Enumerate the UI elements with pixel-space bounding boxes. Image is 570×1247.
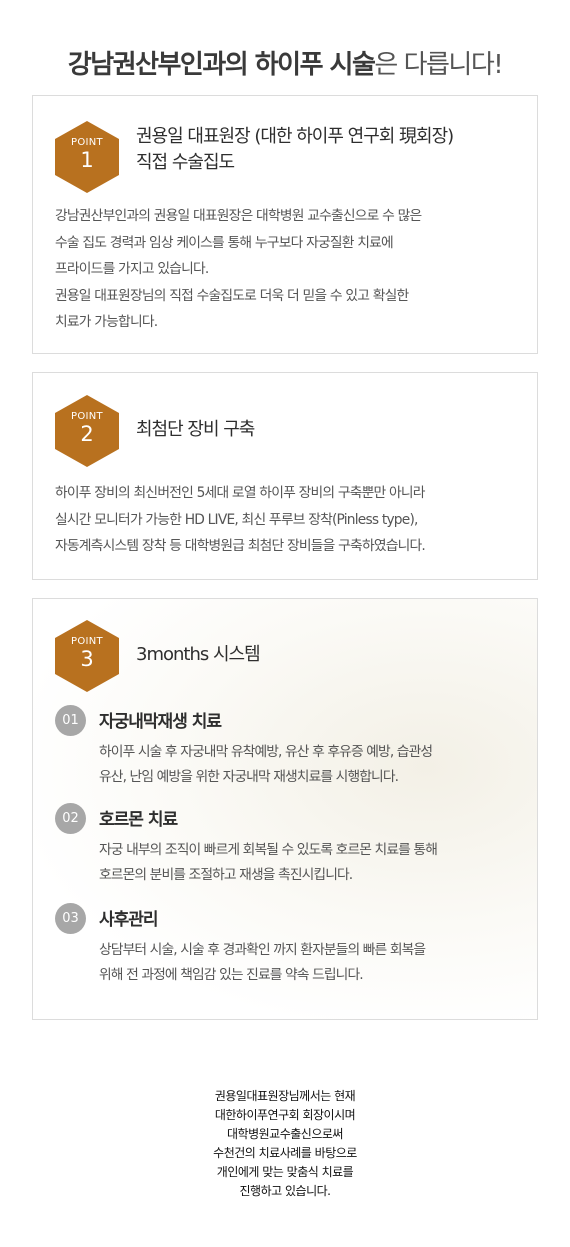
subsection-number-badge: 02 [55, 803, 86, 834]
subsection-body: 자궁 내부의 조직이 빠르게 회복될 수 있도록 호르몬 치료를 통해 호르몬의… [99, 838, 438, 888]
body-line: 유산, 난임 예방을 위한 자궁내막 재생치료를 시행합니다. [99, 769, 399, 785]
headline-light: 은 다릅니다! [374, 50, 503, 80]
body-line: 위해 전 과정에 책임감 있는 진료를 약속 드립니다. [99, 967, 364, 983]
point-2-title: 최첨단 장비 구축 [136, 417, 255, 443]
point-1-badge: POINT 1 [55, 121, 119, 193]
body-line: 강남권산부인과의 권용일 대표원장은 대학병원 교수출신으로 수 많은 [55, 208, 422, 224]
body-line: 자궁 내부의 조직이 빠르게 회복될 수 있도록 호르몬 치료를 통해 [99, 842, 438, 858]
footer-line: 개인에게 맞는 맞춤식 치료를 [216, 1165, 354, 1179]
footer-caption: 권용일대표원장님께서는 현재 대한하이푸연구회 회장이시며 대학병원교수출신으로… [0, 1087, 570, 1201]
point-card-3: POINT 3 3months 시스템 01 자궁내막재생 치료 하이푸 시술 … [32, 598, 538, 1020]
footer-line: 권용일대표원장님께서는 현재 [214, 1089, 356, 1103]
subsection-number-badge: 03 [55, 903, 86, 934]
headline-strong: 강남권산부인과의 하이푸 시술 [67, 50, 376, 80]
point-1-body: 강남권산부인과의 권용일 대표원장은 대학병원 교수출신으로 수 많은 수술 집… [55, 203, 517, 336]
body-line: 호르몬의 분비를 조절하고 재생을 촉진시킵니다. [99, 867, 353, 883]
point-2-body: 하이푸 장비의 최신버전인 5세대 로열 하이푸 장비의 구축뿐만 아니라 실시… [55, 480, 517, 560]
point-2-badge: POINT 2 [55, 395, 119, 467]
point-badge-label: POINT [71, 137, 103, 148]
page-headline: 강남권산부인과의 하이푸 시술은 다릅니다! [0, 44, 570, 81]
point-card-1: POINT 1 권용일 대표원장 (대한 하이푸 연구회 現회장) 직접 수술집… [32, 95, 538, 354]
point-badge-label: POINT [71, 636, 103, 647]
body-line: 자동계측시스템 장착 등 대학병원급 최첨단 장비들을 구축하였습니다. [55, 538, 426, 554]
body-line: 하이푸 시술 후 자궁내막 유착예방, 유산 후 후유증 예방, 습관성 [99, 744, 433, 760]
point-badge-label: POINT [71, 411, 103, 422]
body-line: 실시간 모니터가 가능한 HD LIVE, 최신 푸루브 장착(Pinless … [55, 511, 418, 528]
subsection-number-badge: 01 [55, 705, 86, 736]
body-line: 치료가 가능합니다. [55, 314, 158, 330]
footer-line: 진행하고 있습니다. [239, 1184, 331, 1198]
footer-line: 수천건의 치료사례를 바탕으로 [213, 1146, 357, 1160]
point-card-2: POINT 2 최첨단 장비 구축 하이푸 장비의 최신버전인 5세대 로열 하… [32, 372, 538, 580]
title-line: 최첨단 장비 구축 [136, 419, 255, 440]
footer-line: 대학병원교수출신으로써 [227, 1127, 343, 1141]
body-line: 수술 집도 경력과 임상 케이스를 통해 누구보다 자궁질환 치료에 [55, 234, 394, 251]
point-3-title: 3months 시스템 [136, 642, 261, 668]
body-line: 하이푸 장비의 최신버전인 5세대 로열 하이푸 장비의 구축뿐만 아니라 [55, 485, 425, 501]
subsection-title: 호르몬 치료 [99, 810, 178, 830]
point-3-badge: POINT 3 [55, 620, 119, 692]
point-badge-number: 3 [80, 647, 94, 671]
footer-line: 대한하이푸연구회 회장이시며 [214, 1108, 356, 1122]
subsection-body: 상담부터 시술, 시술 후 경과확인 까지 환자분들의 빠른 회복을 위해 전 … [99, 938, 426, 988]
body-line: 상담부터 시술, 시술 후 경과확인 까지 환자분들의 빠른 회복을 [99, 942, 426, 958]
title-line: 직접 수술집도 [136, 152, 235, 173]
subsection-title: 자궁내막재생 치료 [99, 712, 222, 732]
subsection-title: 사후관리 [99, 910, 159, 930]
title-line: 권용일 대표원장 (대한 하이푸 연구회 現회장) [136, 126, 454, 147]
title-line: 3months 시스템 [136, 644, 261, 665]
point-badge-number: 2 [80, 422, 94, 446]
subsection-body: 하이푸 시술 후 자궁내막 유착예방, 유산 후 후유증 예방, 습관성 유산,… [99, 740, 433, 790]
point-1-title: 권용일 대표원장 (대한 하이푸 연구회 現회장) 직접 수술집도 [136, 124, 454, 176]
body-line: 프라이드를 가지고 있습니다. [55, 261, 209, 277]
body-line: 권용일 대표원장님의 직접 수술집도로 더욱 더 믿을 수 있고 확실한 [55, 287, 409, 304]
point-badge-number: 1 [80, 148, 94, 172]
